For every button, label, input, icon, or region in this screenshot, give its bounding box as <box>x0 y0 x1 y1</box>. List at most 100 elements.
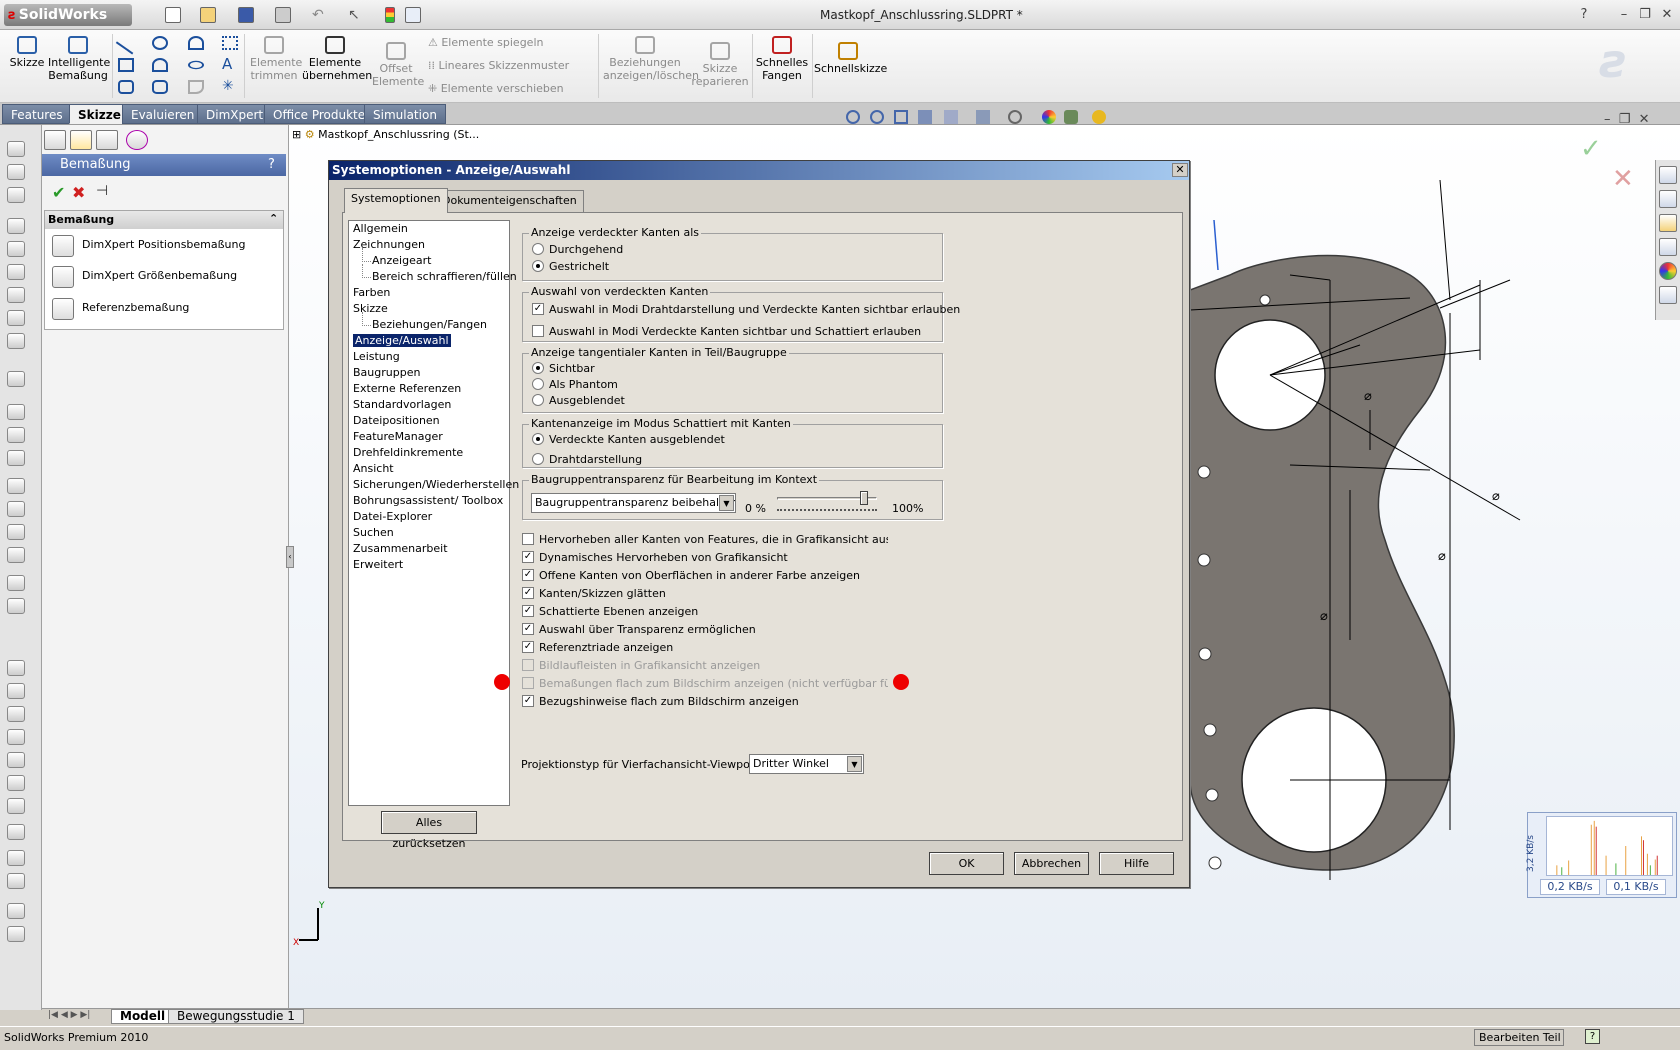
skizze-button[interactable]: Skizze <box>8 36 46 69</box>
rebuild-icon[interactable] <box>385 7 395 23</box>
category-item[interactable]: Ansicht <box>353 462 394 475</box>
ok-button[interactable]: OK <box>929 852 1004 875</box>
propertymanager-tab-icon[interactable] <box>70 130 92 150</box>
view-tool-icon[interactable] <box>7 264 25 280</box>
radio-gestrichelt[interactable]: Gestrichelt <box>532 260 609 274</box>
configurationmanager-tab-icon[interactable] <box>96 130 118 150</box>
view-tool-icon[interactable] <box>7 187 25 203</box>
view-tool-icon[interactable] <box>7 598 25 614</box>
tab-evaluieren[interactable]: Evaluieren <box>122 104 204 124</box>
offset-entities-button[interactable]: Offset Elemente <box>372 42 424 88</box>
checkbox-option[interactable]: Hervorheben aller Kanten von Features, d… <box>522 533 888 547</box>
category-item[interactable]: Allgemein <box>353 222 408 235</box>
category-item[interactable]: Beziehungen/Fangen <box>361 312 487 331</box>
pm-help-icon[interactable]: ? <box>268 157 275 172</box>
reset-all-button[interactable]: Alles zurücksetzen <box>381 811 477 850</box>
file-explorer-icon[interactable] <box>1659 214 1677 232</box>
view-tool-icon[interactable] <box>7 287 25 303</box>
category-item[interactable]: Zusammenarbeit <box>353 542 448 555</box>
transparency-combo[interactable]: Baugruppentransparenz beibehalten ▼ <box>531 493 736 513</box>
view-tool-icon[interactable] <box>7 873 25 889</box>
category-item[interactable]: Anzeige/Auswahl <box>353 334 451 347</box>
pm-item-dimxpert-size[interactable]: DimXpert Größenbemaßung <box>52 265 237 289</box>
view-tool-icon[interactable] <box>7 164 25 180</box>
collapse-chevron-icon[interactable]: ⌃ <box>269 212 278 225</box>
slider-thumb[interactable] <box>859 491 868 505</box>
category-item[interactable]: Suchen <box>353 526 394 539</box>
view-tool-icon[interactable] <box>7 371 25 387</box>
move-entities-item[interactable]: ⁜ Elemente verschieben <box>428 82 564 95</box>
view-tool-icon[interactable] <box>7 333 25 349</box>
spline-icon[interactable] <box>188 36 204 50</box>
checkbox-option[interactable]: ✓ Referenztriade anzeigen <box>522 641 673 655</box>
radio-drahtdarstellung[interactable]: Drahtdarstellung <box>532 453 642 467</box>
category-item[interactable]: Bohrungsassistent/ Toolbox <box>353 494 503 507</box>
view-tool-icon[interactable] <box>7 683 25 699</box>
checkbox-option[interactable]: ✓ Auswahl über Transparenz ermöglichen <box>522 623 756 637</box>
quick-snaps-button[interactable]: Schnelles Fangen <box>754 36 810 82</box>
home-icon[interactable] <box>1659 166 1677 184</box>
part-sketch-drawing[interactable]: ⌀ ⌀ ⌀ ⌀ <box>1190 180 1550 900</box>
grid-icon[interactable] <box>222 36 238 50</box>
view-tool-icon[interactable] <box>7 903 25 919</box>
scene-icon[interactable] <box>1064 110 1078 124</box>
confirm-corner-cancel-icon[interactable]: ✕ <box>1612 164 1634 194</box>
category-item[interactable]: Sicherungen/Wiederherstellen <box>353 478 519 491</box>
view-tool-icon[interactable] <box>7 752 25 768</box>
tab-modell[interactable]: Modell <box>111 1009 175 1024</box>
radio-verdeckte-kanten-ausgeblendet[interactable]: Verdeckte Kanten ausgeblendet <box>532 433 725 447</box>
text-icon[interactable]: A <box>222 57 238 72</box>
hide-show-icon[interactable] <box>1008 110 1022 124</box>
dialog-close-button[interactable]: ✕ <box>1172 163 1188 177</box>
tab-bewegungsstudie[interactable]: Bewegungsstudie 1 <box>168 1009 304 1024</box>
point-icon[interactable]: ✳ <box>222 79 238 94</box>
section-view-icon[interactable] <box>918 110 932 124</box>
view-tool-icon[interactable] <box>7 729 25 745</box>
view-tool-icon[interactable] <box>7 218 25 234</box>
design-library-icon[interactable] <box>1659 190 1677 208</box>
confirm-corner-accept-icon[interactable]: ✓ <box>1580 134 1602 164</box>
tab-systemoptionen[interactable]: Systemoptionen <box>344 188 448 213</box>
view-tool-icon[interactable] <box>7 850 25 866</box>
category-item[interactable]: Bereich schraffieren/füllen <box>362 264 517 283</box>
ellipse-icon[interactable] <box>188 60 204 70</box>
relations-button[interactable]: Beziehungen anzeigen/löschen <box>603 36 699 82</box>
display-style-icon[interactable] <box>976 110 990 124</box>
convert-entities-button[interactable]: Elemente übernehmen <box>302 36 372 82</box>
pm-ok-icon[interactable]: ✔ <box>52 183 68 202</box>
save-icon[interactable] <box>238 7 254 23</box>
options-icon[interactable] <box>405 7 421 23</box>
undo-icon[interactable]: ↶ <box>312 7 328 23</box>
tree-expand-icon[interactable]: ⊞ <box>292 128 301 141</box>
view-tool-icon[interactable] <box>7 404 25 420</box>
view-tool-icon[interactable] <box>7 241 25 257</box>
category-item[interactable]: Baugruppen <box>353 366 420 379</box>
status-help-icon[interactable]: ? <box>1585 1029 1600 1044</box>
pm-pin-icon[interactable]: ⊣ <box>96 183 114 199</box>
tab-dokumenteigenschaften[interactable]: Dokumenteigenschaften <box>435 190 584 212</box>
checkbox-option[interactable]: ✓ Schattierte Ebenen anzeigen <box>522 605 698 619</box>
view-tool-icon[interactable] <box>7 775 25 791</box>
print-icon[interactable] <box>275 7 291 23</box>
panel-collapse-handle[interactable]: ‹ <box>286 546 294 568</box>
tab-scroll-arrows-icon[interactable]: |◀ ◀ ▶ ▶| <box>48 1010 90 1020</box>
checkbox-option[interactable]: ✓ Bezugshinweise flach zum Bildschirm anz… <box>522 695 799 709</box>
view-tool-icon[interactable] <box>7 824 25 840</box>
solidworks-logo[interactable]: ƨ SolidWorks <box>4 4 132 26</box>
pm-item-reference-dimension[interactable]: Referenzbemaßung <box>52 297 189 321</box>
checkbox-option[interactable]: ✓ Kanten/Skizzen glätten <box>522 587 666 601</box>
category-item[interactable]: Externe Referenzen <box>353 382 461 395</box>
checkbox-schattiert-auswahl[interactable]: Auswahl in Modi Verdeckte Kanten sichtba… <box>532 325 921 339</box>
cancel-button[interactable]: Abbrechen <box>1014 852 1089 875</box>
radio-als-phantom[interactable]: Als Phantom <box>532 378 618 392</box>
rectangle-icon[interactable] <box>118 58 134 72</box>
appearance-icon[interactable] <box>1042 110 1056 124</box>
view-tool-icon[interactable] <box>7 310 25 326</box>
viewport-window-controls[interactable]: – ❐ ✕ <box>1604 112 1674 127</box>
view-palette-icon[interactable] <box>1659 238 1677 256</box>
tab-simulation[interactable]: Simulation <box>364 104 446 124</box>
view-tool-icon[interactable] <box>7 501 25 517</box>
view-orientation-icon[interactable] <box>944 110 958 124</box>
fillet-icon[interactable] <box>188 80 204 94</box>
view-tool-icon[interactable] <box>7 660 25 676</box>
